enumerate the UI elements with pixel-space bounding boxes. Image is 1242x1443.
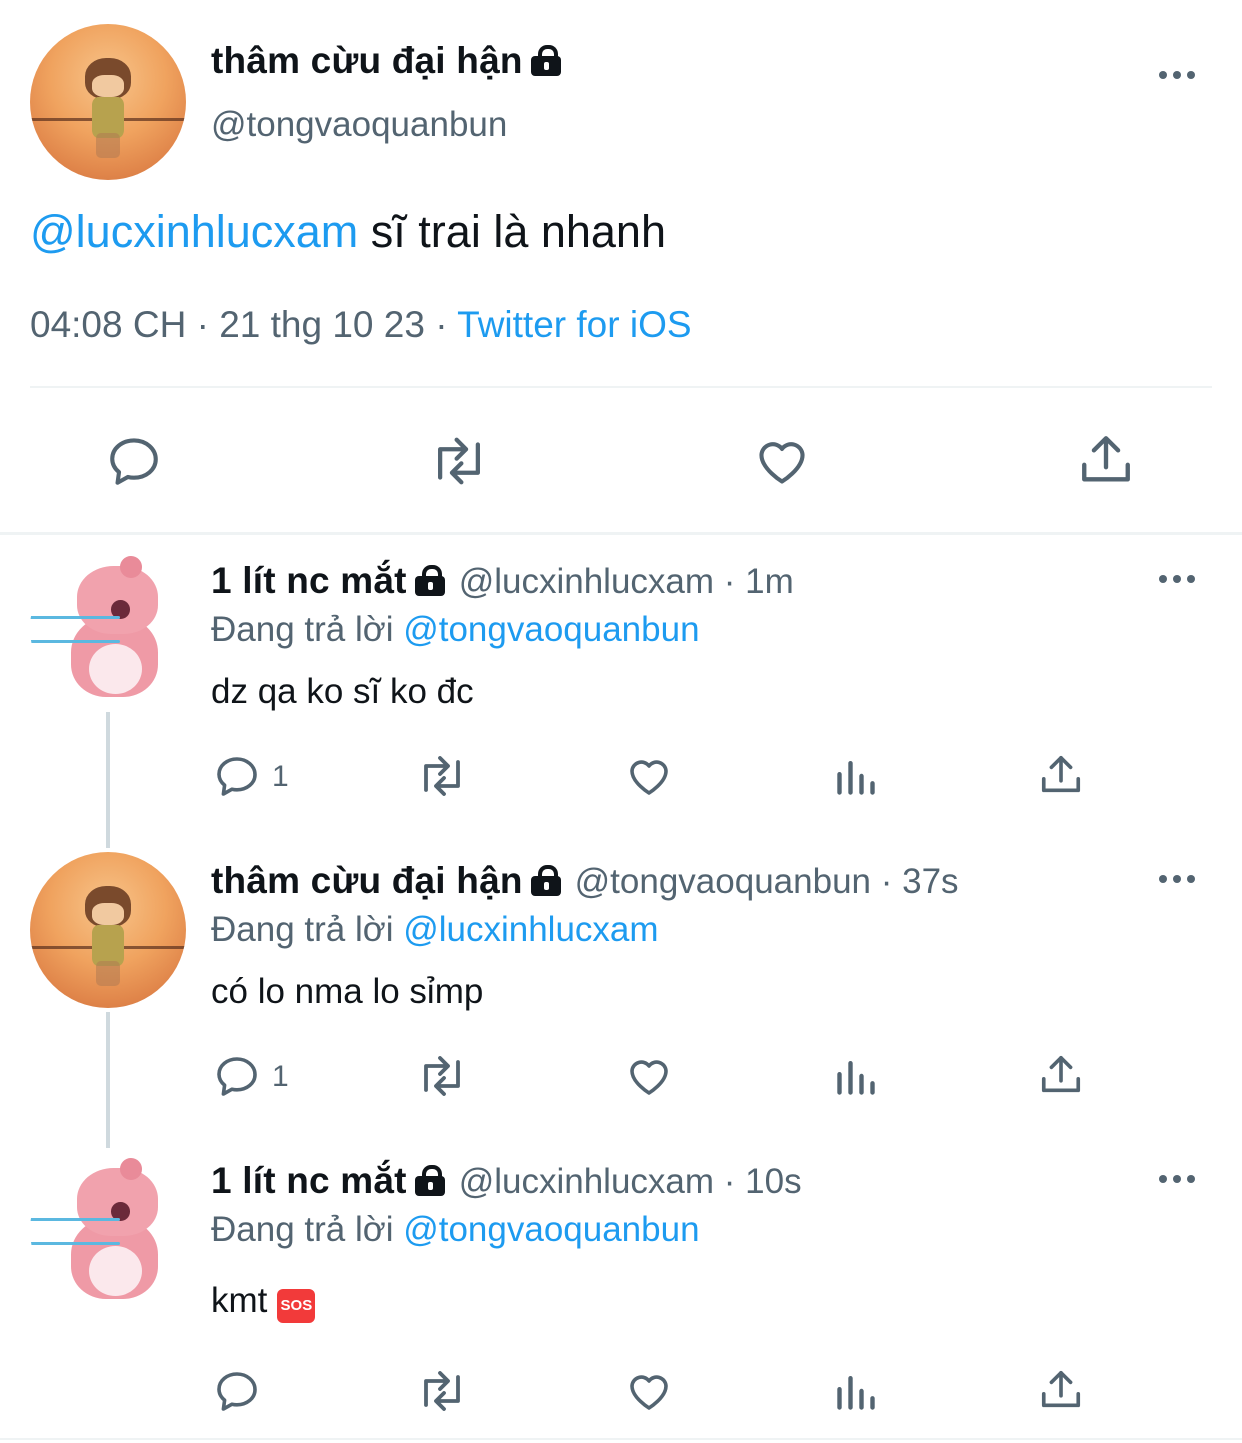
reply-time[interactable]: · 10s	[714, 1162, 802, 1201]
share-icon[interactable]	[1038, 751, 1084, 799]
reply-icon[interactable]	[213, 1367, 261, 1415]
reply-text: dz qa ko sĩ ko đc	[211, 672, 474, 711]
views-icon[interactable]	[834, 754, 878, 798]
thread-line	[106, 1012, 110, 1148]
reply-avatar[interactable]	[30, 852, 186, 1008]
avatar-figure-body	[92, 97, 124, 138]
reply-header: thâm cừu đại hận @tongvaoquanbun · 37s	[211, 860, 959, 904]
views-icon[interactable]	[834, 1369, 878, 1413]
main-tweet-text: @lucxinhlucxam sĩ trai là nhanh	[30, 206, 666, 258]
section-divider	[0, 532, 1242, 535]
more-options-icon[interactable]	[1159, 872, 1199, 886]
replying-to-link[interactable]: @tongvaoquanbun	[403, 1210, 699, 1249]
more-options-icon[interactable]	[1159, 68, 1199, 82]
retweet-icon[interactable]	[426, 432, 492, 490]
lock-icon	[530, 865, 561, 896]
reply-handle[interactable]: @tongvaoquanbun	[575, 862, 871, 901]
retweet-icon[interactable]	[414, 1367, 470, 1415]
reply-text: kmt SOS	[211, 1281, 316, 1323]
reply-text: có lo nma lo sỉmp	[211, 972, 484, 1011]
like-icon[interactable]	[624, 752, 674, 800]
main-tweet-timestamp[interactable]: 04:08 CH · 21 thg 10 23 ·	[30, 304, 457, 345]
share-icon[interactable]	[1077, 430, 1135, 490]
more-options-icon[interactable]	[1159, 572, 1199, 586]
lock-icon	[414, 1165, 445, 1196]
like-icon[interactable]	[624, 1367, 674, 1415]
reply-text-body: kmt	[211, 1281, 268, 1320]
avatar-figure-face	[92, 75, 124, 98]
reply-icon[interactable]	[213, 752, 261, 800]
share-icon[interactable]	[1038, 1051, 1084, 1099]
replying-to-label: Đang trả lời	[211, 610, 404, 649]
reply-count: 1	[272, 1060, 289, 1093]
lock-icon	[530, 45, 561, 76]
main-tweet-meta: 04:08 CH · 21 thg 10 23 · Twitter for iO…	[30, 304, 692, 346]
like-icon[interactable]	[752, 432, 812, 490]
main-tweet-name-row: thâm cừu đại hận	[211, 40, 561, 86]
reply-avatar[interactable]	[30, 1152, 186, 1308]
replying-to: Đang trả lời @tongvaoquanbun	[211, 1210, 700, 1250]
reply-count: 1	[272, 760, 289, 793]
reply-header: 1 lít nc mắt @lucxinhlucxam · 1m	[211, 560, 794, 604]
reply-display-name[interactable]: 1 lít nc mắt	[211, 560, 407, 601]
main-tweet-handle[interactable]: @tongvaoquanbun	[211, 105, 507, 145]
reply-avatar[interactable]	[30, 550, 186, 706]
reply-handle[interactable]: @lucxinhlucxam	[459, 1162, 714, 1201]
more-options-icon[interactable]	[1159, 1172, 1199, 1186]
replying-to: Đang trả lời @tongvaoquanbun	[211, 610, 700, 650]
bottom-divider	[0, 1438, 1242, 1440]
retweet-icon[interactable]	[414, 1052, 470, 1100]
reply-time[interactable]: · 37s	[871, 862, 959, 901]
mention-link[interactable]: @lucxinhlucxam	[30, 206, 358, 257]
replying-to: Đang trả lời @lucxinhlucxam	[211, 910, 659, 950]
reply-time[interactable]: · 1m	[714, 562, 794, 601]
reply-header: 1 lít nc mắt @lucxinhlucxam · 10s	[211, 1160, 802, 1204]
sos-emoji-icon: SOS	[277, 1289, 316, 1323]
retweet-icon[interactable]	[414, 752, 470, 800]
reply-display-name[interactable]: 1 lít nc mắt	[211, 1160, 407, 1201]
share-icon[interactable]	[1038, 1366, 1084, 1414]
main-tweet-avatar[interactable]	[30, 24, 186, 180]
replying-to-label: Đang trả lời	[211, 1210, 404, 1249]
views-icon[interactable]	[834, 1054, 878, 1098]
lock-icon	[414, 565, 445, 596]
replying-to-link[interactable]: @tongvaoquanbun	[403, 610, 699, 649]
replying-to-label: Đang trả lời	[211, 910, 404, 949]
main-tweet-display-name[interactable]: thâm cừu đại hận	[211, 40, 523, 81]
divider	[30, 386, 1212, 388]
thread-line	[106, 712, 110, 848]
main-tweet-body: sĩ trai là nhanh	[358, 206, 666, 257]
like-icon[interactable]	[624, 1052, 674, 1100]
reply-handle[interactable]: @lucxinhlucxam	[459, 562, 714, 601]
avatar-reflection	[95, 133, 121, 159]
source-link[interactable]: Twitter for iOS	[457, 304, 691, 345]
reply-display-name[interactable]: thâm cừu đại hận	[211, 860, 523, 901]
replying-to-link[interactable]: @lucxinhlucxam	[403, 910, 658, 949]
reply-icon[interactable]	[213, 1052, 261, 1100]
reply-icon[interactable]	[105, 432, 163, 490]
